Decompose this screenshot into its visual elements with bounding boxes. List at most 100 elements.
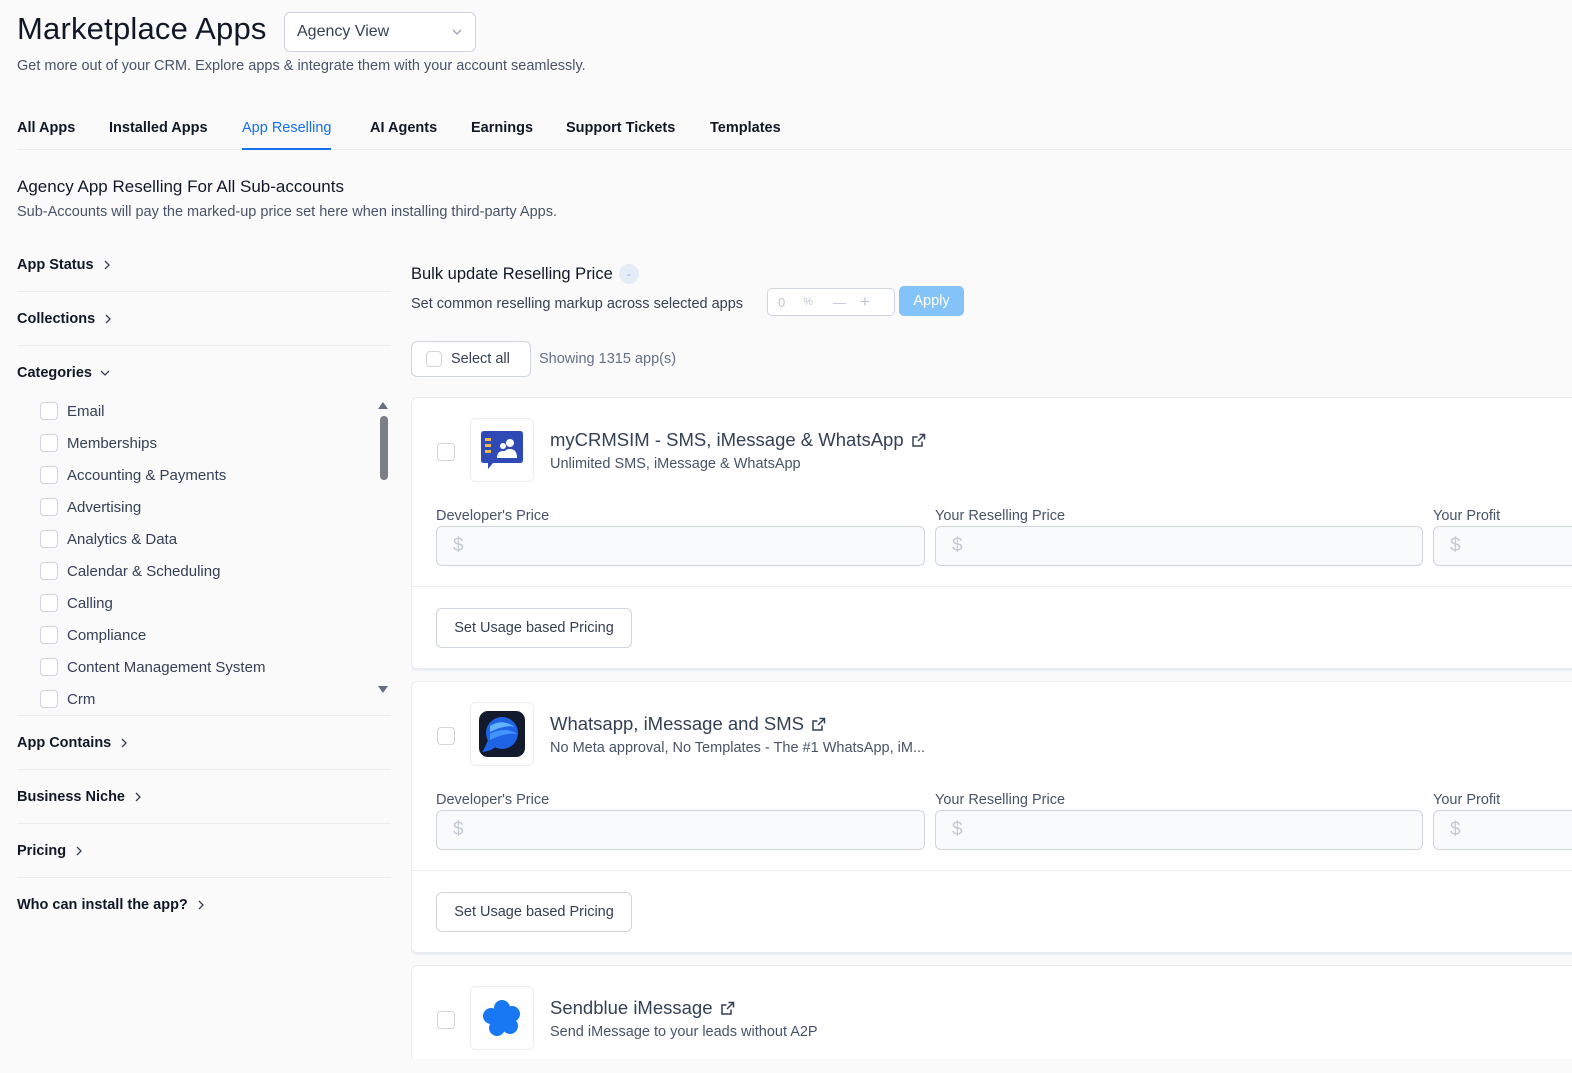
view-select[interactable]: Agency View — [284, 12, 476, 52]
filter-label: Business Niche — [17, 788, 125, 805]
checkbox[interactable] — [40, 466, 58, 484]
section-title: Agency App Reselling For All Sub-account… — [17, 177, 344, 196]
app-description: Unlimited SMS, iMessage & WhatsApp — [550, 456, 801, 472]
app-name-label: myCRMSIM - SMS, iMessage & WhatsApp — [550, 429, 904, 450]
filter-label: Pricing — [17, 842, 67, 859]
app-name[interactable]: Whatsapp, iMessage and SMS — [550, 713, 826, 735]
filter-categories[interactable]: Categories — [17, 346, 391, 400]
filter-business-niche[interactable]: Business Niche — [17, 770, 391, 824]
markup-stepper[interactable]: 0 % — + — [767, 288, 895, 316]
developer-price-label: Developer's Price — [436, 792, 550, 808]
filter-pricing[interactable]: Pricing — [17, 824, 391, 878]
tab-templates[interactable]: Templates — [710, 120, 781, 148]
category-item-advertising[interactable]: Advertising — [40, 498, 141, 516]
tab-ai-agents[interactable]: AI Agents — [370, 120, 437, 148]
plus-button[interactable]: + — [860, 292, 870, 312]
checkbox[interactable] — [40, 658, 58, 676]
tab-app-reselling[interactable]: App Reselling — [242, 120, 332, 150]
category-item-cms[interactable]: Content Management System — [40, 658, 265, 676]
checkbox[interactable] — [40, 434, 58, 452]
markup-value[interactable]: 0 — [778, 295, 785, 310]
chevron-right-icon — [104, 260, 110, 269]
category-label: Memberships — [67, 434, 158, 452]
checkbox[interactable] — [40, 626, 58, 644]
category-label: Crm — [67, 690, 96, 708]
filter-label: App Status — [17, 256, 94, 273]
app-name[interactable]: myCRMSIM - SMS, iMessage & WhatsApp — [550, 429, 926, 451]
usage-pricing-button[interactable]: Set Usage based Pricing — [436, 608, 632, 648]
sendblue-logo-icon — [483, 1000, 520, 1036]
category-label: Compliance — [67, 626, 147, 644]
profit-label: Your Profit — [1433, 792, 1501, 808]
tab-earnings[interactable]: Earnings — [471, 120, 533, 148]
section-subtitle: Sub-Accounts will pay the marked-up pric… — [17, 204, 557, 220]
category-label: Advertising — [67, 498, 142, 516]
checkbox[interactable] — [426, 351, 442, 367]
info-badge[interactable]: - — [618, 264, 639, 284]
checkbox[interactable] — [40, 402, 58, 420]
checkbox[interactable] — [40, 562, 58, 580]
category-item-accounting[interactable]: Accounting & Payments — [40, 466, 226, 484]
category-item-calendar[interactable]: Calendar & Scheduling — [40, 562, 220, 580]
external-link-icon[interactable] — [720, 1001, 735, 1016]
profit-input[interactable]: $ — [1433, 526, 1572, 566]
tab-all-apps[interactable]: All Apps — [17, 120, 75, 148]
category-label: Analytics & Data — [67, 530, 178, 548]
category-item-memberships[interactable]: Memberships — [40, 434, 157, 452]
chevron-right-icon — [121, 738, 128, 747]
checkbox[interactable] — [40, 690, 58, 708]
app-card: Sendblue iMessage Send iMessage to your … — [411, 965, 1572, 1059]
category-label: Calendar & Scheduling — [67, 562, 221, 580]
developer-price-input[interactable]: $ — [436, 810, 925, 850]
minus-button[interactable]: — — [833, 295, 846, 310]
tab-installed-apps[interactable]: Installed Apps — [109, 120, 208, 148]
chat-bubble-logo-icon — [479, 711, 525, 757]
scroll-down-arrow[interactable] — [378, 686, 388, 693]
checkbox[interactable] — [40, 498, 58, 516]
select-all-button[interactable]: Select all — [411, 341, 531, 377]
filter-who-can-install[interactable]: Who can install the app? — [17, 878, 391, 932]
usage-pricing-button[interactable]: Set Usage based Pricing — [436, 892, 632, 932]
category-item-analytics[interactable]: Analytics & Data — [40, 530, 177, 548]
filter-label: Who can install the app? — [17, 897, 188, 913]
app-checkbox[interactable] — [437, 1011, 455, 1029]
apply-button[interactable]: Apply — [899, 286, 964, 316]
view-select-value: Agency View — [297, 23, 390, 40]
app-checkbox[interactable] — [437, 443, 455, 461]
app-logo — [470, 702, 534, 766]
currency-symbol: $ — [453, 819, 464, 840]
app-logo — [470, 986, 534, 1050]
bulk-update-subtitle: Set common reselling markup across selec… — [411, 296, 744, 312]
category-item-calling[interactable]: Calling — [40, 594, 113, 612]
app-count: Showing 1315 app(s) — [539, 351, 677, 367]
scroll-up-arrow[interactable] — [378, 402, 388, 409]
category-item-email[interactable]: Email — [40, 402, 105, 420]
app-description: Send iMessage to your leads without A2P — [550, 1024, 818, 1040]
app-name[interactable]: Sendblue iMessage — [550, 997, 735, 1019]
tab-support-tickets[interactable]: Support Tickets — [566, 120, 675, 148]
reselling-price-input[interactable]: $ — [935, 810, 1423, 850]
categories-list: Email Memberships Accounting & Payments … — [17, 400, 391, 716]
filter-app-status[interactable]: App Status — [17, 238, 391, 292]
page-subtitle: Get more out of your CRM. Explore apps &… — [17, 58, 586, 74]
profit-input[interactable]: $ — [1433, 810, 1572, 850]
checkbox[interactable] — [40, 530, 58, 548]
reselling-price-input[interactable]: $ — [935, 526, 1423, 566]
app-card: myCRMSIM - SMS, iMessage & WhatsApp Unli… — [411, 397, 1572, 669]
category-label: Accounting & Payments — [67, 466, 227, 484]
category-item-compliance[interactable]: Compliance — [40, 626, 146, 644]
app-name-label: Sendblue iMessage — [550, 997, 713, 1018]
external-link-icon[interactable] — [911, 433, 926, 448]
developer-price-input[interactable]: $ — [436, 526, 925, 566]
chevron-right-icon — [135, 792, 141, 801]
checkbox[interactable] — [40, 594, 58, 612]
chevron-down-icon — [100, 370, 110, 376]
select-all-label: Select all — [451, 351, 510, 367]
filter-app-contains[interactable]: App Contains — [17, 716, 391, 770]
filter-collections[interactable]: Collections — [17, 292, 391, 346]
external-link-icon[interactable] — [811, 717, 826, 732]
category-item-crm[interactable]: Crm — [40, 690, 95, 708]
app-checkbox[interactable] — [437, 727, 455, 745]
scrollbar-thumb[interactable] — [380, 416, 388, 480]
category-label: Calling — [67, 594, 113, 612]
